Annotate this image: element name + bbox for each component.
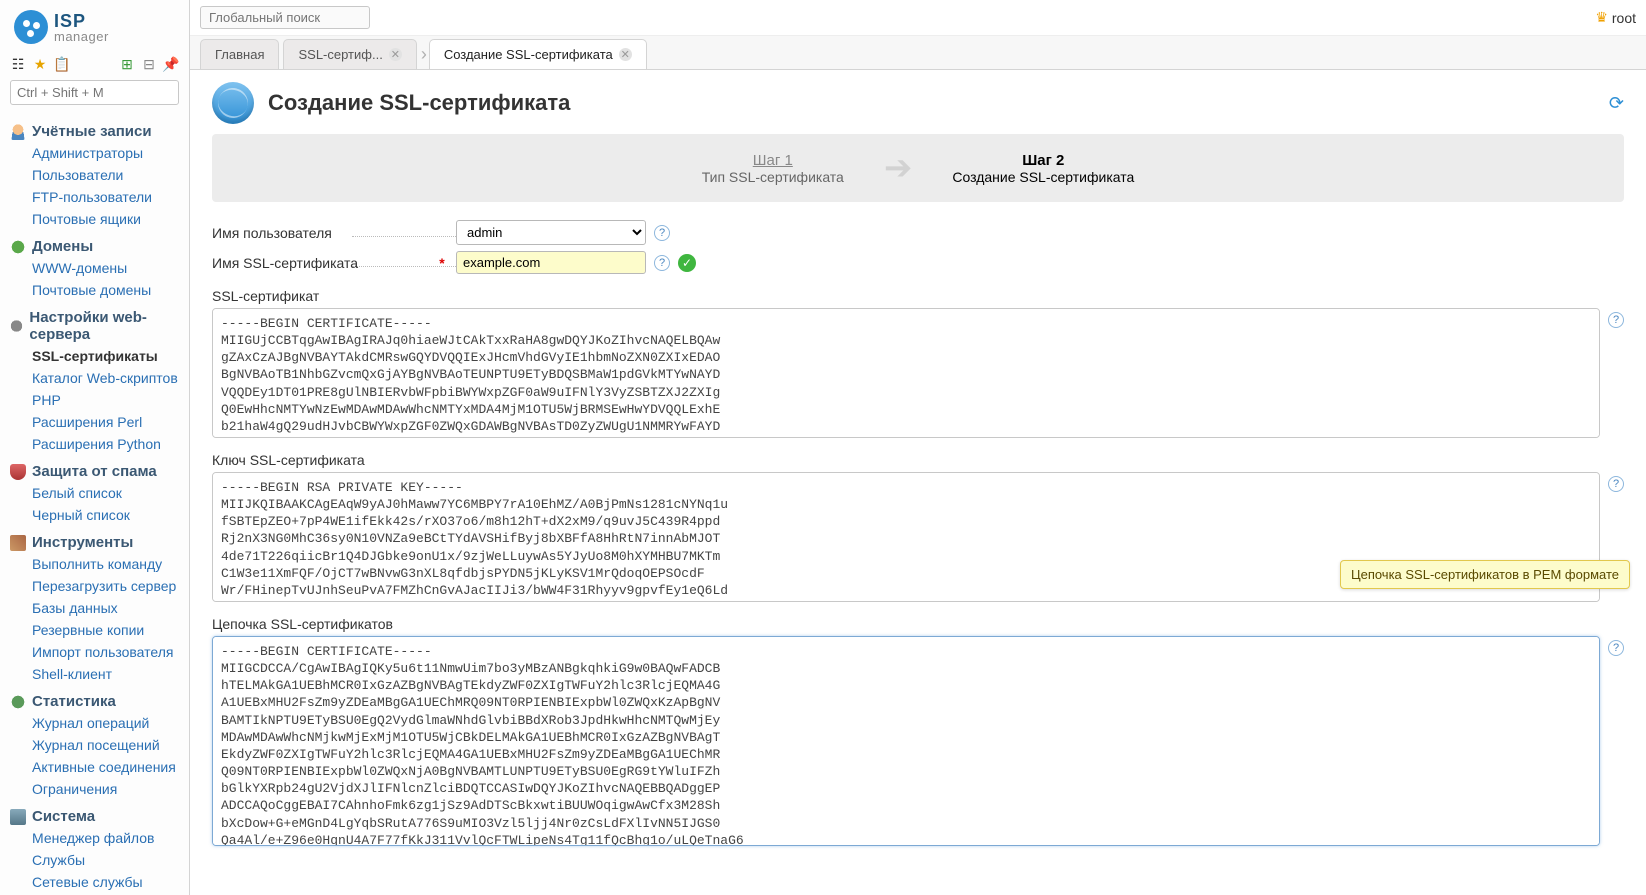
nav-item[interactable]: Пользователи	[0, 164, 189, 186]
section-title: Защита от спама	[32, 463, 157, 480]
nav-item[interactable]: Белый список	[0, 482, 189, 504]
section-icon	[10, 318, 23, 334]
cert-textarea[interactable]	[212, 308, 1600, 438]
help-icon[interactable]: ?	[654, 225, 670, 241]
section-icon	[10, 464, 26, 480]
nav-item[interactable]: Почтовые ящики	[0, 208, 189, 230]
nav-item[interactable]: WWW-домены	[0, 257, 189, 279]
nav-item[interactable]: Активные соединения	[0, 756, 189, 778]
label-key: Ключ SSL-сертификата	[212, 452, 1624, 468]
logo-bottom: manager	[54, 30, 109, 43]
nav-item[interactable]: Черный список	[0, 504, 189, 526]
tab-label: Главная	[215, 47, 264, 62]
page-title: Создание SSL-сертификата	[268, 90, 570, 116]
nav-item[interactable]: Импорт пользователя	[0, 641, 189, 663]
nav-item[interactable]: Администраторы	[0, 142, 189, 164]
nav-item[interactable]: Сетевые службы	[0, 871, 189, 893]
tab-bar: ГлавнаяSSL-сертиф...✕›Создание SSL-серти…	[190, 36, 1646, 70]
user-name: root	[1612, 10, 1636, 26]
tab-label: Создание SSL-сертификата	[444, 47, 613, 62]
sidebar-toolbar: ☷ ★ 📋 ⊞ ⊟ 📌	[0, 52, 189, 76]
nav-item[interactable]: Резервные копии	[0, 619, 189, 641]
page-icon	[212, 82, 254, 124]
user-chip[interactable]: ♛ root	[1595, 9, 1636, 26]
refresh-icon[interactable]: ⟳	[1609, 93, 1624, 114]
logo-top: ISP	[54, 12, 109, 30]
section-title: Инструменты	[32, 534, 133, 551]
sidebar-search-input[interactable]	[10, 80, 179, 105]
help-icon[interactable]: ?	[654, 255, 670, 271]
nav-item[interactable]: Расширения Perl	[0, 411, 189, 433]
close-icon[interactable]: ✕	[619, 48, 632, 61]
nav-item[interactable]: Базы данных	[0, 597, 189, 619]
step-1[interactable]: Шаг 1 Тип SSL-сертификата	[702, 152, 844, 185]
section-title: Учётные записи	[32, 123, 152, 140]
step-2: Шаг 2 Создание SSL-сертификата	[952, 152, 1134, 185]
label-certname: Имя SSL-сертификата	[212, 255, 432, 271]
label-cert: SSL-сертификат	[212, 288, 1624, 304]
nav-item[interactable]: Менеджер файлов	[0, 827, 189, 849]
nav-section[interactable]: Система	[0, 800, 189, 827]
crown-icon: ♛	[1595, 9, 1608, 26]
help-icon[interactable]: ?	[1608, 640, 1624, 656]
nav-item[interactable]: Перезагрузить сервер	[0, 575, 189, 597]
help-icon[interactable]: ?	[1608, 476, 1624, 492]
section-title: Система	[32, 808, 95, 825]
collapse-icon[interactable]: ⊟	[141, 56, 157, 72]
clipboard-icon[interactable]: 📋	[54, 56, 70, 72]
pin-icon[interactable]: 📌	[163, 56, 179, 72]
nav-item[interactable]: SSL-сертификаты	[0, 345, 189, 367]
close-icon[interactable]: ✕	[389, 48, 402, 61]
sidebar-nav: Учётные записи АдминистраторыПользователи…	[0, 109, 189, 895]
tab[interactable]: SSL-сертиф... ✕	[283, 39, 416, 69]
nav-item[interactable]: Журнал операций	[0, 712, 189, 734]
nav-section[interactable]: Настройки web-сервера	[0, 301, 189, 345]
wizard-steps: Шаг 1 Тип SSL-сертификата ➔ Шаг 2 Создан…	[212, 134, 1624, 202]
nav-item[interactable]: Ограничения	[0, 778, 189, 800]
nav-item[interactable]: PHP	[0, 389, 189, 411]
star-icon[interactable]: ★	[32, 56, 48, 72]
nav-section[interactable]: Статистика	[0, 685, 189, 712]
nav-section[interactable]: Защита от спама	[0, 455, 189, 482]
tab[interactable]: Главная	[200, 39, 279, 69]
label-user: Имя пользователя	[212, 225, 432, 241]
section-title: Настройки web-сервера	[29, 309, 179, 343]
global-search-input[interactable]	[200, 6, 370, 29]
nav-section[interactable]: Домены	[0, 230, 189, 257]
add-icon[interactable]: ⊞	[119, 56, 135, 72]
user-select[interactable]: admin	[456, 220, 646, 245]
nav-item[interactable]: Почтовые домены	[0, 279, 189, 301]
nav-item[interactable]: Выполнить команду	[0, 553, 189, 575]
nav-item[interactable]: Службы	[0, 849, 189, 871]
check-icon: ✓	[678, 254, 696, 272]
section-icon	[10, 239, 26, 255]
nav-item[interactable]: Каталог Web-скриптов	[0, 367, 189, 389]
chevron-right-icon: ›	[421, 44, 427, 65]
section-icon	[10, 124, 26, 140]
section-icon	[10, 694, 26, 710]
tooltip: Цепочка SSL-сертификатов в PEM формате	[1340, 560, 1630, 589]
nav-section[interactable]: Инструменты	[0, 526, 189, 553]
logo: ISP manager	[0, 0, 189, 52]
help-icon[interactable]: ?	[1608, 312, 1624, 328]
nav-section[interactable]: Учётные записи	[0, 115, 189, 142]
tab[interactable]: Создание SSL-сертификата ✕	[429, 39, 647, 69]
chain-textarea[interactable]	[212, 636, 1600, 846]
nav-item[interactable]: Журнал посещений	[0, 734, 189, 756]
section-icon	[10, 809, 26, 825]
tab-label: SSL-сертиф...	[298, 47, 382, 62]
section-icon	[10, 535, 26, 551]
section-title: Статистика	[32, 693, 116, 710]
logo-icon	[14, 10, 48, 44]
certname-input[interactable]	[456, 251, 646, 274]
nav-item[interactable]: Расширения Python	[0, 433, 189, 455]
label-chain: Цепочка SSL-сертификатов	[212, 616, 1624, 632]
nav-item[interactable]: FTP-пользователи	[0, 186, 189, 208]
tree-icon[interactable]: ☷	[10, 56, 26, 72]
nav-item[interactable]: Shell-клиент	[0, 663, 189, 685]
arrow-icon: ➔	[884, 148, 913, 188]
section-title: Домены	[32, 238, 93, 255]
